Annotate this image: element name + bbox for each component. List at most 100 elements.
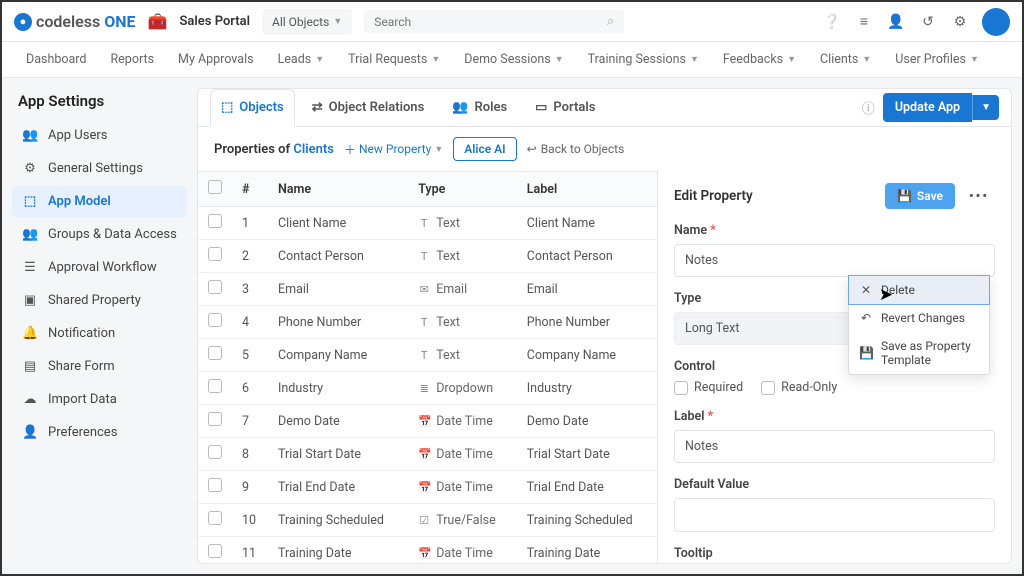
table-row[interactable]: 5Company NameTTextCompany Name [198, 339, 657, 372]
row-label: Client Name [517, 207, 657, 240]
portal-icon: ▭ [535, 100, 547, 115]
tab-object-relations[interactable]: ⇄Object Relations [301, 89, 436, 126]
tab-objects[interactable]: ⬚Objects [210, 89, 295, 127]
sidebar-item-groups-data-access[interactable]: 👥Groups & Data Access [12, 219, 187, 250]
col-name[interactable]: Name [268, 172, 408, 207]
table-row[interactable]: 8Trial Start Date📅Date TimeTrial Start D… [198, 438, 657, 471]
content-area: ⬚Objects ⇄Object Relations 👥Roles ▭Porta… [197, 88, 1012, 564]
relations-icon: ⇄ [312, 100, 323, 115]
stack-icon[interactable]: ≡ [854, 13, 874, 30]
sidebar-item-notification[interactable]: 🔔Notification [12, 318, 187, 349]
props-object-link[interactable]: Clients [293, 142, 334, 157]
table-row[interactable]: 7Demo Date📅Date TimeDemo Date [198, 405, 657, 438]
row-checkbox[interactable] [208, 445, 222, 459]
readonly-checkbox[interactable]: Read-Only [761, 380, 837, 395]
menu-revert-changes[interactable]: ↶Revert Changes [849, 304, 989, 332]
table-row[interactable]: 3Email✉EmailEmail [198, 273, 657, 306]
save-icon: 💾 [897, 189, 912, 203]
row-checkbox[interactable] [208, 478, 222, 492]
brand-logo[interactable]: ● codelessONE [14, 12, 136, 31]
menu-delete[interactable]: ✕Delete [849, 276, 989, 304]
name-input[interactable] [674, 244, 995, 277]
row-type: 📅Date Time [408, 537, 517, 564]
col-label[interactable]: Label [517, 172, 657, 207]
row-name: Email [268, 273, 408, 306]
table-row[interactable]: 9Trial End Date📅Date TimeTrial End Date [198, 471, 657, 504]
nav-clients[interactable]: Clients▼ [820, 52, 871, 67]
row-label: Industry [517, 372, 657, 405]
back-to-objects[interactable]: ↩Back to Objects [527, 142, 625, 156]
update-app-dropdown[interactable]: ▼ [972, 95, 999, 120]
sidebar-item-share-form[interactable]: ▤Share Form [12, 351, 187, 382]
sidebar-item-preferences[interactable]: 👤Preferences [12, 417, 187, 448]
select-all-checkbox[interactable] [208, 180, 222, 194]
nav-reports[interactable]: Reports [110, 52, 154, 67]
required-checkbox[interactable]: Required [674, 380, 743, 395]
nav-dashboard[interactable]: Dashboard [26, 52, 86, 67]
row-name: Trial End Date [268, 471, 408, 504]
sidebar-item-import-data[interactable]: ☁Import Data [12, 384, 187, 415]
history-icon[interactable]: ↺ [918, 14, 938, 30]
sidebar-item-general-settings[interactable]: ⚙General Settings [12, 153, 187, 184]
user-add-icon[interactable]: 👤 [886, 14, 906, 30]
more-actions-button[interactable]: ••• [963, 185, 995, 208]
nav-my-approvals[interactable]: My Approvals [178, 52, 254, 67]
sidebar-item-shared-property[interactable]: ▣Shared Property [12, 285, 187, 316]
menu-save-as-template[interactable]: 💾Save as Property Template [849, 332, 989, 374]
sidebar-item-app-model[interactable]: ⬚App Model [12, 186, 187, 217]
row-num: 7 [232, 405, 268, 438]
nav-feedbacks[interactable]: Feedbacks▼ [723, 52, 796, 67]
row-num: 2 [232, 240, 268, 273]
sidebar-item-approval-workflow[interactable]: ☰Approval Workflow [12, 252, 187, 283]
tab-roles[interactable]: 👥Roles [441, 89, 518, 126]
search-input[interactable] [374, 15, 607, 29]
type-icon: 📅 [418, 415, 430, 428]
row-checkbox[interactable] [208, 412, 222, 426]
settings-icon[interactable]: ⚙ [950, 14, 970, 30]
row-type: TText [408, 240, 517, 273]
settings-sidebar: App Settings 👥App Users ⚙General Setting… [2, 78, 197, 574]
row-name: Phone Number [268, 306, 408, 339]
row-checkbox[interactable] [208, 544, 222, 558]
row-checkbox[interactable] [208, 247, 222, 261]
table-row[interactable]: 2Contact PersonTTextContact Person [198, 240, 657, 273]
default-value-label: Default Value [674, 477, 995, 492]
table-row[interactable]: 6Industry≣DropdownIndustry [198, 372, 657, 405]
info-icon[interactable]: ⓘ [862, 98, 875, 117]
save-button[interactable]: 💾Save [885, 183, 955, 209]
cube-icon: ⬚ [221, 100, 233, 115]
row-label: Contact Person [517, 240, 657, 273]
default-value-input[interactable] [674, 498, 995, 532]
row-checkbox[interactable] [208, 379, 222, 393]
nav-leads[interactable]: Leads▼ [278, 52, 325, 67]
model-tabs: ⬚Objects ⇄Object Relations 👥Roles ▭Porta… [198, 89, 1011, 127]
row-checkbox[interactable] [208, 313, 222, 327]
table-row[interactable]: 10Training Scheduled☑True/FalseTraining … [198, 504, 657, 537]
col-type[interactable]: Type [408, 172, 517, 207]
table-row[interactable]: 4Phone NumberTTextPhone Number [198, 306, 657, 339]
row-checkbox[interactable] [208, 346, 222, 360]
table-row[interactable]: 1Client NameTTextClient Name [198, 207, 657, 240]
update-app-button[interactable]: Update App ▼ [883, 93, 999, 122]
nav-demo-sessions[interactable]: Demo Sessions▼ [464, 52, 563, 67]
help-icon[interactable]: ❔ [822, 14, 842, 30]
nav-trial-requests[interactable]: Trial Requests▼ [348, 52, 440, 67]
nav-training-sessions[interactable]: Training Sessions▼ [588, 52, 699, 67]
row-checkbox[interactable] [208, 214, 222, 228]
object-selector[interactable]: All Objects ▼ [262, 9, 352, 35]
alice-ai-button[interactable]: Alice AI [453, 137, 516, 161]
sidebar-item-app-users[interactable]: 👥App Users [12, 120, 187, 151]
nav-user-profiles[interactable]: User Profiles▼ [895, 52, 979, 67]
table-row[interactable]: 11Training Date📅Date TimeTraining Date [198, 537, 657, 564]
cloud-icon: ☁ [22, 392, 38, 407]
row-checkbox[interactable] [208, 280, 222, 294]
portal-name[interactable]: Sales Portal [179, 14, 250, 29]
user-avatar[interactable]: 👤 [982, 8, 1010, 36]
col-num[interactable]: # [232, 172, 268, 207]
row-checkbox[interactable] [208, 511, 222, 525]
global-search[interactable]: ⌕ [364, 10, 624, 33]
new-property-button[interactable]: ＋New Property▼ [344, 141, 443, 158]
label-input[interactable] [674, 430, 995, 463]
tab-portals[interactable]: ▭Portals [524, 89, 606, 126]
caret-down-icon: ▼ [434, 144, 443, 155]
